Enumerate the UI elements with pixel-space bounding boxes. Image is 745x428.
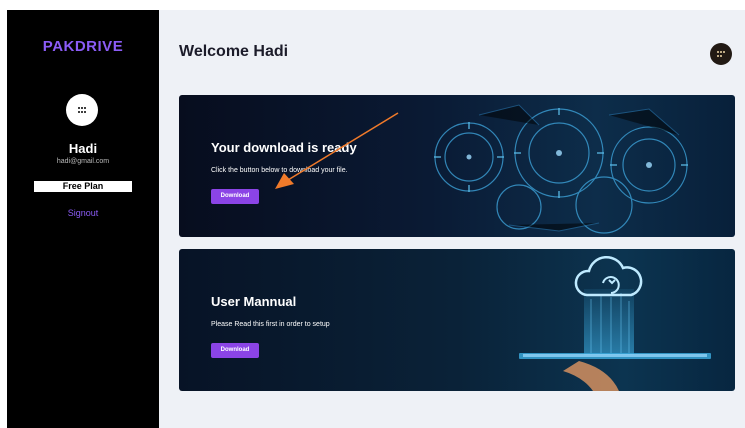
- main-content: Welcome Hadi Your download is ready Clic…: [159, 10, 745, 428]
- download-button[interactable]: Download: [211, 189, 259, 204]
- grid-dots-icon: [717, 51, 725, 57]
- sidebar: PAKDRIVE Hadi hadi@gmail.com Free Plan S…: [7, 10, 159, 428]
- download-card: Your download is ready Click the button …: [179, 95, 735, 237]
- manual-card: User Mannual Please Read this first in o…: [179, 249, 735, 391]
- signout-link[interactable]: Signout: [7, 208, 159, 218]
- cloud-sync-illustration: [519, 255, 711, 391]
- avatar[interactable]: [66, 94, 98, 126]
- card-description: Please Read this first in order to setup: [211, 321, 330, 328]
- card-title: Your download is ready: [211, 140, 357, 155]
- card-title: User Mannual: [211, 294, 297, 309]
- grid-dots-icon: [78, 107, 86, 113]
- gears-illustration: [434, 104, 688, 234]
- card-description: Click the button below to download your …: [211, 167, 348, 174]
- page-title: Welcome Hadi: [179, 43, 289, 60]
- user-email: hadi@gmail.com: [56, 158, 110, 165]
- menu-button[interactable]: [710, 43, 732, 65]
- plan-badge: Free Plan: [34, 181, 132, 192]
- user-name: Hadi: [68, 141, 98, 156]
- download-button[interactable]: Download: [211, 343, 259, 358]
- app-logo: PAKDRIVE: [42, 38, 124, 55]
